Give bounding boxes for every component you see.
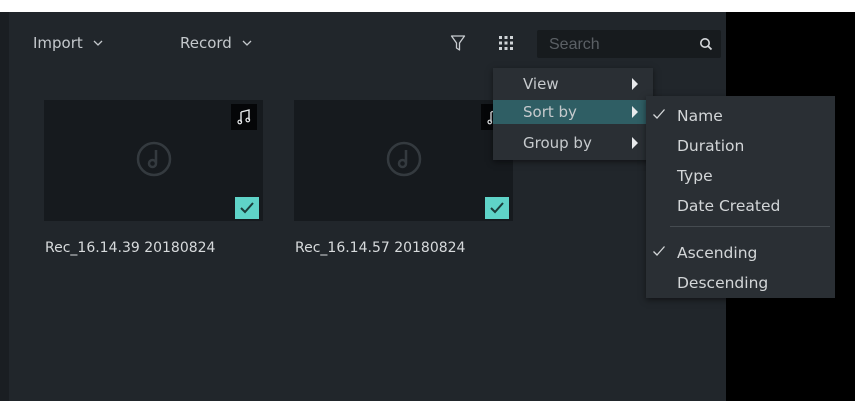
sort-order-label: Ascending [677, 244, 758, 262]
filter-icon[interactable] [445, 30, 471, 56]
checkmark-icon [652, 107, 666, 125]
chevron-down-icon [242, 39, 252, 48]
sort-order-descending[interactable]: Descending [646, 270, 835, 296]
import-dropdown[interactable]: Import [33, 28, 103, 58]
submenu-arrow-icon [632, 137, 638, 149]
audio-disc-icon [384, 139, 424, 183]
checkmark-icon [652, 244, 666, 262]
submenu-arrow-icon [632, 78, 638, 90]
clip-name: Rec_16.14.39 20180824 [45, 240, 216, 256]
chevron-down-icon [93, 39, 103, 48]
sort-option-date-created[interactable]: Date Created [646, 193, 835, 219]
left-edge [0, 12, 9, 401]
menu-item-label: Group by [523, 134, 592, 152]
media-clip-thumbnail[interactable] [294, 100, 513, 221]
import-label: Import [33, 34, 83, 52]
menu-divider [670, 226, 830, 227]
view-options-menu: View Sort by Group by [493, 68, 653, 160]
selected-checkbox[interactable] [485, 197, 509, 219]
search-icon[interactable] [699, 36, 713, 55]
search-input[interactable] [547, 33, 691, 57]
sort-option-label: Name [677, 107, 723, 125]
record-dropdown[interactable]: Record [180, 28, 252, 58]
selected-checkbox[interactable] [235, 197, 259, 219]
clip-name: Rec_16.14.57 20180824 [295, 240, 466, 256]
media-clip-thumbnail[interactable] [44, 100, 263, 221]
sort-option-name[interactable]: Name [646, 103, 835, 129]
menu-item-group-by[interactable]: Group by [493, 131, 653, 155]
menu-item-sort-by[interactable]: Sort by [493, 100, 653, 124]
sort-option-label: Duration [677, 137, 745, 155]
top-border [0, 0, 855, 12]
grid-view-icon[interactable] [493, 30, 519, 56]
sort-option-duration[interactable]: Duration [646, 133, 835, 159]
audio-disc-icon [134, 139, 174, 183]
sort-order-ascending[interactable]: Ascending [646, 240, 835, 266]
record-label: Record [180, 34, 232, 52]
menu-item-view[interactable]: View [493, 72, 653, 96]
search-box [537, 30, 721, 58]
menu-item-label: Sort by [523, 103, 577, 121]
sort-by-submenu: Name Duration Type Date Created Ascendin… [646, 96, 835, 298]
media-toolbar: Import Record [9, 28, 726, 58]
sort-order-label: Descending [677, 274, 769, 292]
sort-option-label: Date Created [677, 197, 781, 215]
music-note-icon [231, 104, 257, 130]
sort-option-label: Type [677, 167, 713, 185]
submenu-arrow-icon [632, 106, 638, 118]
sort-option-type[interactable]: Type [646, 163, 835, 189]
menu-item-label: View [523, 75, 559, 93]
